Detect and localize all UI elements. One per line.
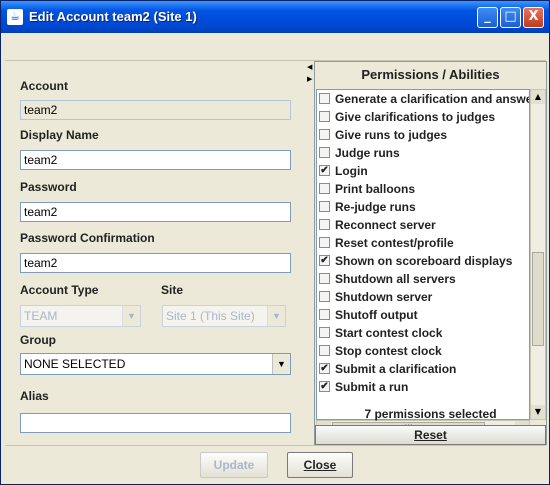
permission-checkbox[interactable] (319, 111, 330, 122)
permissions-list[interactable]: Generate a clarification and answe Give c… (316, 89, 530, 420)
account-label: Account (20, 79, 68, 93)
permission-checkbox[interactable] (319, 309, 330, 320)
permission-label: Start contest clock (335, 326, 443, 340)
permission-label: Login (335, 164, 368, 178)
password-confirmation-label: Password Confirmation (20, 231, 155, 245)
title-bar[interactable]: ☕ Edit Account team2 (Site 1) _ □ X (1, 1, 549, 33)
permissions-panel: Permissions / Abilities Generate a clari… (314, 61, 547, 445)
site-label: Site (161, 283, 184, 297)
account-form-panel: Account team2 Display Name team2 Passwor… (5, 61, 306, 445)
close-window-button[interactable]: X (523, 7, 544, 28)
display-name-label: Display Name (20, 128, 99, 142)
permission-checkbox[interactable] (319, 345, 330, 356)
permission-checkbox[interactable] (319, 129, 330, 140)
alias-field[interactable] (20, 413, 291, 433)
password-label: Password (20, 180, 77, 194)
permission-label: Shown on scoreboard displays (335, 254, 513, 268)
permission-label: Stop contest clock (335, 344, 442, 358)
minimize-button[interactable]: _ (477, 7, 498, 28)
permission-label: Re-judge runs (335, 200, 416, 214)
collapse-left-icon[interactable]: ◀ (307, 63, 312, 71)
password-field[interactable]: team2 (20, 202, 291, 222)
permission-checkbox[interactable] (319, 183, 330, 194)
permission-label: Submit a run (335, 380, 409, 394)
edit-account-window: ☕ Edit Account team2 (Site 1) _ □ X Acco… (0, 0, 550, 485)
permission-checkbox[interactable] (319, 327, 330, 338)
vertical-scrollbar[interactable]: ▲ ▼ (530, 89, 546, 420)
site-select: Site 1 (This Site) ▼ (162, 305, 286, 327)
permission-label: Reset contest/profile (335, 236, 454, 250)
group-select[interactable]: NONE SELECTED ▼ (20, 353, 291, 375)
group-value: NONE SELECTED (24, 357, 126, 371)
permission-label: Give runs to judges (335, 128, 448, 142)
permission-label: Shutdown server (335, 290, 433, 304)
permission-checkbox[interactable] (319, 201, 330, 212)
permission-label: Print balloons (335, 182, 416, 196)
permissions-title: Permissions / Abilities (361, 67, 500, 82)
maximize-button[interactable]: □ (500, 7, 521, 28)
account-type-label: Account Type (20, 283, 99, 297)
message-panel (5, 34, 546, 61)
permission-label: Judge runs (335, 146, 400, 160)
chevron-down-icon[interactable]: ▼ (272, 354, 290, 374)
vertical-scroll-thumb[interactable] (532, 252, 544, 346)
permission-label: Shutoff output (335, 308, 418, 322)
permissions-count: 7 permissions selected (364, 407, 497, 421)
permission-label: Generate a clarification and answe (335, 92, 530, 106)
site-value: Site 1 (This Site) (166, 309, 255, 323)
permission-checkbox[interactable] (319, 291, 330, 302)
permission-label: Reconnect server (335, 218, 436, 232)
scroll-up-icon[interactable]: ▲ (531, 90, 545, 104)
permission-label: Give clarifications to judges (335, 110, 496, 124)
collapse-right-icon[interactable]: ▶ (307, 75, 312, 83)
password-confirmation-field[interactable]: team2 (20, 253, 291, 273)
permission-checkbox[interactable] (319, 237, 330, 248)
display-name-field[interactable]: team2 (20, 150, 291, 170)
permission-label: Submit a clarification (335, 362, 457, 376)
permission-checkbox[interactable] (319, 147, 330, 158)
close-button[interactable]: Close (287, 452, 353, 478)
java-icon: ☕ (7, 9, 23, 25)
account-field: team2 (20, 100, 291, 120)
chevron-down-icon: ▼ (122, 306, 140, 326)
permission-checkbox[interactable]: ✔ (319, 165, 330, 176)
permission-checkbox[interactable] (319, 93, 330, 104)
split-pane-divider[interactable]: ◀ ▶ (306, 61, 313, 445)
permission-label: Shutdown all servers (335, 272, 456, 286)
permission-checkbox[interactable]: ✔ (319, 255, 330, 266)
permission-checkbox[interactable]: ✔ (319, 381, 330, 392)
alias-label: Alias (20, 389, 49, 403)
account-type-select: TEAM ▼ (20, 305, 141, 327)
group-label: Group (20, 333, 56, 347)
reset-button[interactable]: Reset (315, 425, 546, 445)
update-button[interactable]: Update (200, 452, 268, 478)
window-title: Edit Account team2 (Site 1) (29, 9, 197, 24)
permission-checkbox[interactable] (319, 273, 330, 284)
account-type-value: TEAM (24, 309, 58, 323)
permission-checkbox[interactable]: ✔ (319, 363, 330, 374)
permission-checkbox[interactable] (319, 219, 330, 230)
chevron-down-icon: ▼ (267, 306, 285, 326)
button-bar: Update Close (5, 445, 546, 483)
